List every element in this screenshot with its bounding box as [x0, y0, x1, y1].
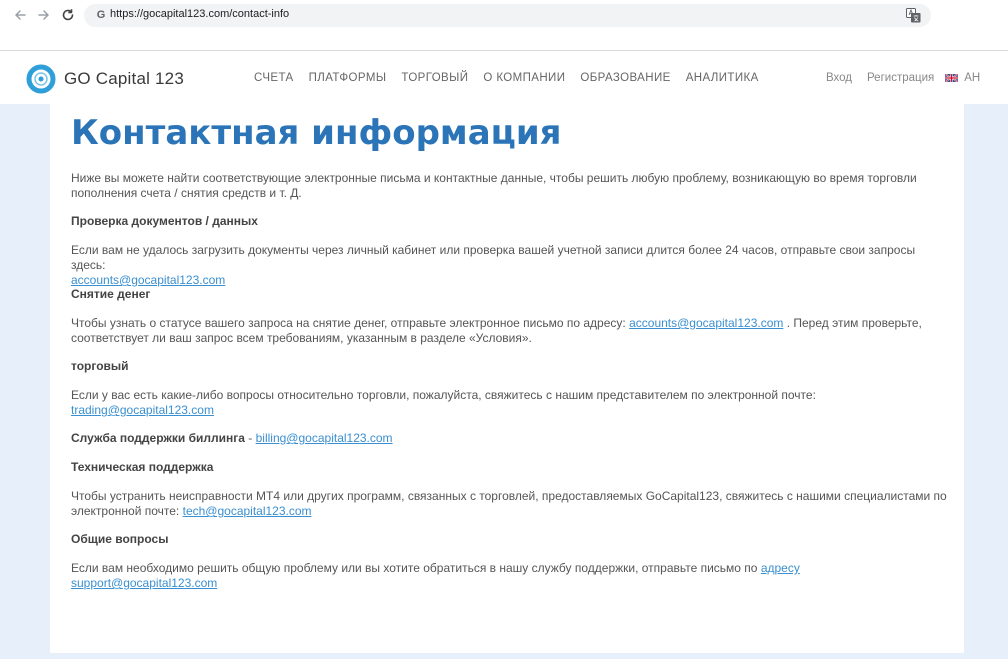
- intro-text: Ниже вы можете найти соответствующие эле…: [71, 171, 917, 200]
- email-link-trading[interactable]: trading@gocapital123.com: [71, 403, 214, 417]
- email-link-accounts[interactable]: accounts@gocapital123.com: [71, 273, 225, 287]
- section-billing: Служба поддержки биллинга - billing@goca…: [71, 431, 393, 446]
- section-heading-billing: Служба поддержки биллинга: [71, 431, 245, 445]
- logo-ring-icon: [26, 64, 56, 94]
- nav-analytics[interactable]: АНАЛИТИКА: [686, 72, 759, 84]
- nav-education[interactable]: ОБРАЗОВАНИЕ: [580, 72, 670, 84]
- email-prefix-link[interactable]: адресу: [761, 561, 800, 575]
- billing-separator: -: [248, 431, 253, 445]
- brand-name: GO Capital 123: [64, 69, 184, 88]
- email-link-support[interactable]: support@gocapital123.com: [71, 576, 217, 590]
- section-heading-trading: торговый: [71, 359, 129, 373]
- section-text-withdrawal: Чтобы узнать о статусе вашего запроса на…: [71, 316, 951, 346]
- address-bar[interactable]: G https://gocapital123.com/contact-info: [84, 4, 931, 27]
- section-text-documents: Если вам не удалось загрузить документы …: [71, 243, 951, 288]
- site-info-icon[interactable]: G: [94, 8, 108, 22]
- translate-icon[interactable]: [906, 8, 921, 23]
- section-text-trading: Если у вас есть какие-либо вопросы относ…: [71, 388, 951, 418]
- documents-text: Если вам не удалось загрузить документы …: [71, 243, 916, 272]
- site-logo[interactable]: GO Capital 123: [26, 64, 184, 94]
- reload-icon[interactable]: [59, 6, 77, 24]
- section-text-general: Если вам необходимо решить общую проблем…: [71, 561, 951, 591]
- nav-platforms[interactable]: ПЛАТФОРМЫ: [309, 72, 387, 84]
- section-text-tech: Чтобы устранить неисправности МТ4 или др…: [71, 489, 951, 519]
- general-text: Если вам необходимо решить общую проблем…: [71, 561, 758, 575]
- page-title: Контактная информация: [71, 113, 562, 153]
- main-nav: СЧЕТА ПЛАТФОРМЫ ТОРГОВЫЙ О КОМПАНИИ ОБРА…: [254, 72, 759, 84]
- language-selector[interactable]: АН: [964, 72, 980, 84]
- section-heading-withdrawal: Снятие денег: [71, 287, 151, 301]
- login-link[interactable]: Вход: [826, 72, 852, 84]
- section-heading-documents: Проверка документов / данных: [71, 214, 258, 228]
- nav-trading[interactable]: ТОРГОВЫЙ: [401, 72, 468, 84]
- uk-flag-icon[interactable]: [945, 74, 959, 82]
- nav-about[interactable]: О КОМПАНИИ: [483, 72, 565, 84]
- site-header: GO Capital 123 СЧЕТА ПЛАТФОРМЫ ТОРГОВЫЙ …: [0, 51, 1008, 104]
- back-arrow-icon[interactable]: [11, 6, 29, 24]
- section-heading-tech: Техническая поддержка: [71, 460, 214, 474]
- withdrawal-text-before: Чтобы узнать о статусе вашего запроса на…: [71, 316, 626, 330]
- user-nav: Вход Регистрация АН: [826, 72, 980, 84]
- nav-accounts[interactable]: СЧЕТА: [254, 72, 294, 84]
- url-text[interactable]: https://gocapital123.com/contact-info: [110, 8, 289, 20]
- email-link-accounts-withdrawal[interactable]: accounts@gocapital123.com: [629, 316, 783, 330]
- section-heading-general: Общие вопросы: [71, 532, 169, 546]
- browser-toolbar: G https://gocapital123.com/contact-info: [0, 0, 1008, 32]
- register-link[interactable]: Регистрация: [867, 72, 934, 84]
- forward-arrow-icon[interactable]: [35, 6, 53, 24]
- trading-text: Если у вас есть какие-либо вопросы относ…: [71, 388, 816, 402]
- email-link-tech[interactable]: tech@gocapital123.com: [183, 504, 312, 518]
- email-link-billing[interactable]: billing@gocapital123.com: [256, 431, 393, 445]
